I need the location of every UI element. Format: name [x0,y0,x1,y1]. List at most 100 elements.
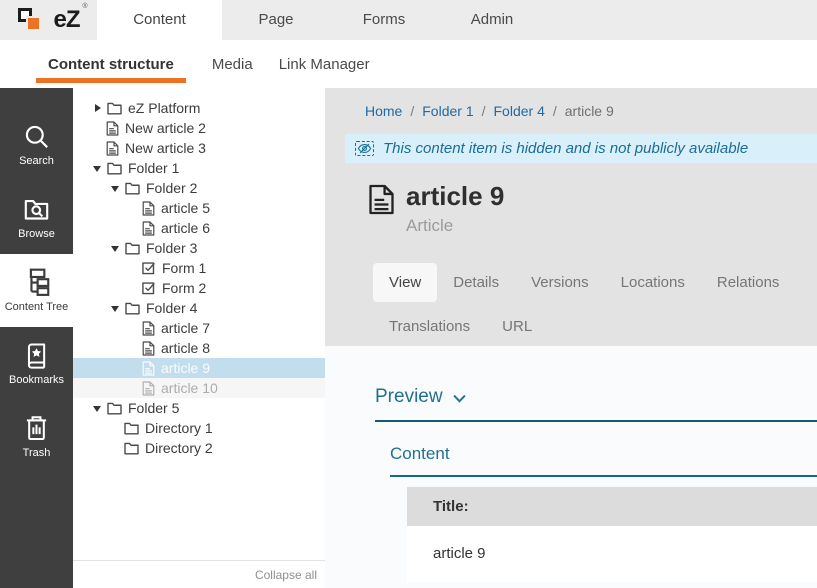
content-tree-panel: eZ Platform New article 2 New article 3 Fol… [73,88,325,588]
sidebar-item-label: Content Tree [5,301,69,313]
sidebar: Search Browse Content Tree Bookmarks Trash [0,88,73,588]
sidebar-item-content-tree[interactable]: Content Tree [0,254,73,327]
sidebar-item-label: Trash [23,447,51,459]
tree-item-form-2[interactable]: Form 2 [73,278,325,298]
ez-logo[interactable]: eZ® [0,0,97,40]
article-icon [106,141,119,156]
expanded-arrow-icon[interactable] [93,403,103,413]
folder-icon [107,162,122,175]
content-section-title: Content [390,444,817,477]
top-tab-content[interactable]: Content [97,0,222,40]
app-body: Search Browse Content Tree Bookmarks Trash e… [0,88,817,588]
notice-text: This content item is hidden and is not p… [383,140,748,157]
tree-footer: Collapse all [73,560,325,588]
tree-item-label: article 7 [161,320,210,336]
tree-item-directory-1[interactable]: Directory 1 [73,418,325,438]
tab-details[interactable]: Details [437,263,515,302]
page-title: article 9 [406,182,504,211]
breadcrumb: Home/Folder 1/Folder 4/article 9 [325,88,817,121]
tree-item-new-article-2[interactable]: New article 2 [73,118,325,138]
tree-item-folder-1[interactable]: Folder 1 [73,158,325,178]
tree-item-content: article 6 [142,220,210,236]
tree-item-article-9[interactable]: article 9 [73,358,325,378]
top-tab-forms[interactable]: Forms [330,0,438,40]
expanded-arrow-icon[interactable] [111,183,121,193]
tree-item-label: article 9 [161,360,210,376]
tree-item-folder-2[interactable]: Folder 2 [73,178,325,198]
tree-item-label: article 5 [161,200,210,216]
sub-tab-link-manager[interactable]: Link Manager [279,40,370,88]
hidden-content-notice: This content item is hidden and is not p… [345,134,817,163]
tab-view[interactable]: View [373,263,437,302]
article-icon [142,321,155,336]
folder-icon [125,182,140,195]
tree-item-article-5[interactable]: article 5 [73,198,325,218]
sidebar-item-trash[interactable]: Trash [0,400,73,473]
sidebar-item-bookmarks[interactable]: Bookmarks [0,327,73,400]
tree-item-label: New article 2 [125,120,206,136]
tree-item-article-7[interactable]: article 7 [73,318,325,338]
tree-item-label: Folder 1 [128,160,179,176]
logo-orange-square [26,16,41,31]
tab-translations[interactable]: Translations [373,307,486,346]
tree-item-directory-2[interactable]: Directory 2 [73,438,325,458]
breadcrumb-folder-1[interactable]: Folder 1 [422,103,473,119]
tab-url[interactable]: URL [486,307,548,346]
tree-item-content: Form 1 [142,260,206,276]
registered-mark: ® [82,3,86,10]
top-tabs: ContentPageFormsAdmin [97,0,546,40]
breadcrumb-home[interactable]: Home [365,103,402,119]
tree-item-folder-5[interactable]: Folder 5 [73,398,325,418]
tree-item-label: Form 1 [162,260,206,276]
tree-item-content: New article 3 [106,140,206,156]
logo-text: eZ® [53,6,79,34]
trash-icon [24,415,49,442]
tree-item-label: Folder 5 [128,400,179,416]
tab-relations[interactable]: Relations [701,263,796,302]
tree-item-article-10[interactable]: article 10 [73,378,325,398]
breadcrumb-folder-4[interactable]: Folder 4 [494,103,545,119]
tree-item-content: Folder 2 [125,180,197,196]
tree-item-label: Folder 4 [146,300,197,316]
content-section: Content Title: article 9 [390,444,817,582]
article-icon [106,121,119,136]
tree-item-content: Folder 1 [107,160,179,176]
tree-item-label: Directory 1 [145,420,213,436]
tree-item-content: Folder 5 [107,400,179,416]
tree-item-ez-platform[interactable]: eZ Platform [73,98,325,118]
sub-tab-content-structure[interactable]: Content structure [36,40,186,88]
expanded-arrow-icon[interactable] [93,163,103,173]
tree-item-new-article-3[interactable]: New article 3 [73,138,325,158]
tree-item-content: Directory 2 [124,440,213,456]
bookmarks-icon [23,342,50,369]
tree-item-form-1[interactable]: Form 1 [73,258,325,278]
chevron-down-icon [453,394,466,403]
tree-item-label: Folder 2 [146,180,197,196]
collapse-all-button[interactable]: Collapse all [255,568,317,582]
tree-item-content: eZ Platform [107,100,200,116]
folder-icon [125,242,140,255]
sidebar-item-search[interactable]: Search [0,108,73,181]
tree-item-label: Directory 2 [145,440,213,456]
search-icon [23,123,50,150]
top-tab-admin[interactable]: Admin [438,0,546,40]
top-tab-page[interactable]: Page [222,0,330,40]
tree-item-folder-4[interactable]: Folder 4 [73,298,325,318]
tab-versions[interactable]: Versions [515,263,605,302]
collapsed-arrow-icon[interactable] [93,103,103,113]
sub-tab-media[interactable]: Media [212,40,253,88]
sidebar-item-browse[interactable]: Browse [0,181,73,254]
folder-icon [107,402,122,415]
expanded-arrow-icon[interactable] [111,303,121,313]
breadcrumb-separator: / [482,103,486,119]
tree-item-content: article 10 [142,380,218,396]
tree-item-label: Form 2 [162,280,206,296]
expanded-arrow-icon[interactable] [111,243,121,253]
preview-toggle[interactable]: Preview [375,386,817,422]
tab-locations[interactable]: Locations [605,263,701,302]
tree-item-content: article 5 [142,200,210,216]
sidebar-item-label: Search [19,155,54,167]
tree-item-article-8[interactable]: article 8 [73,338,325,358]
tree-item-folder-3[interactable]: Folder 3 [73,238,325,258]
tree-item-article-6[interactable]: article 6 [73,218,325,238]
